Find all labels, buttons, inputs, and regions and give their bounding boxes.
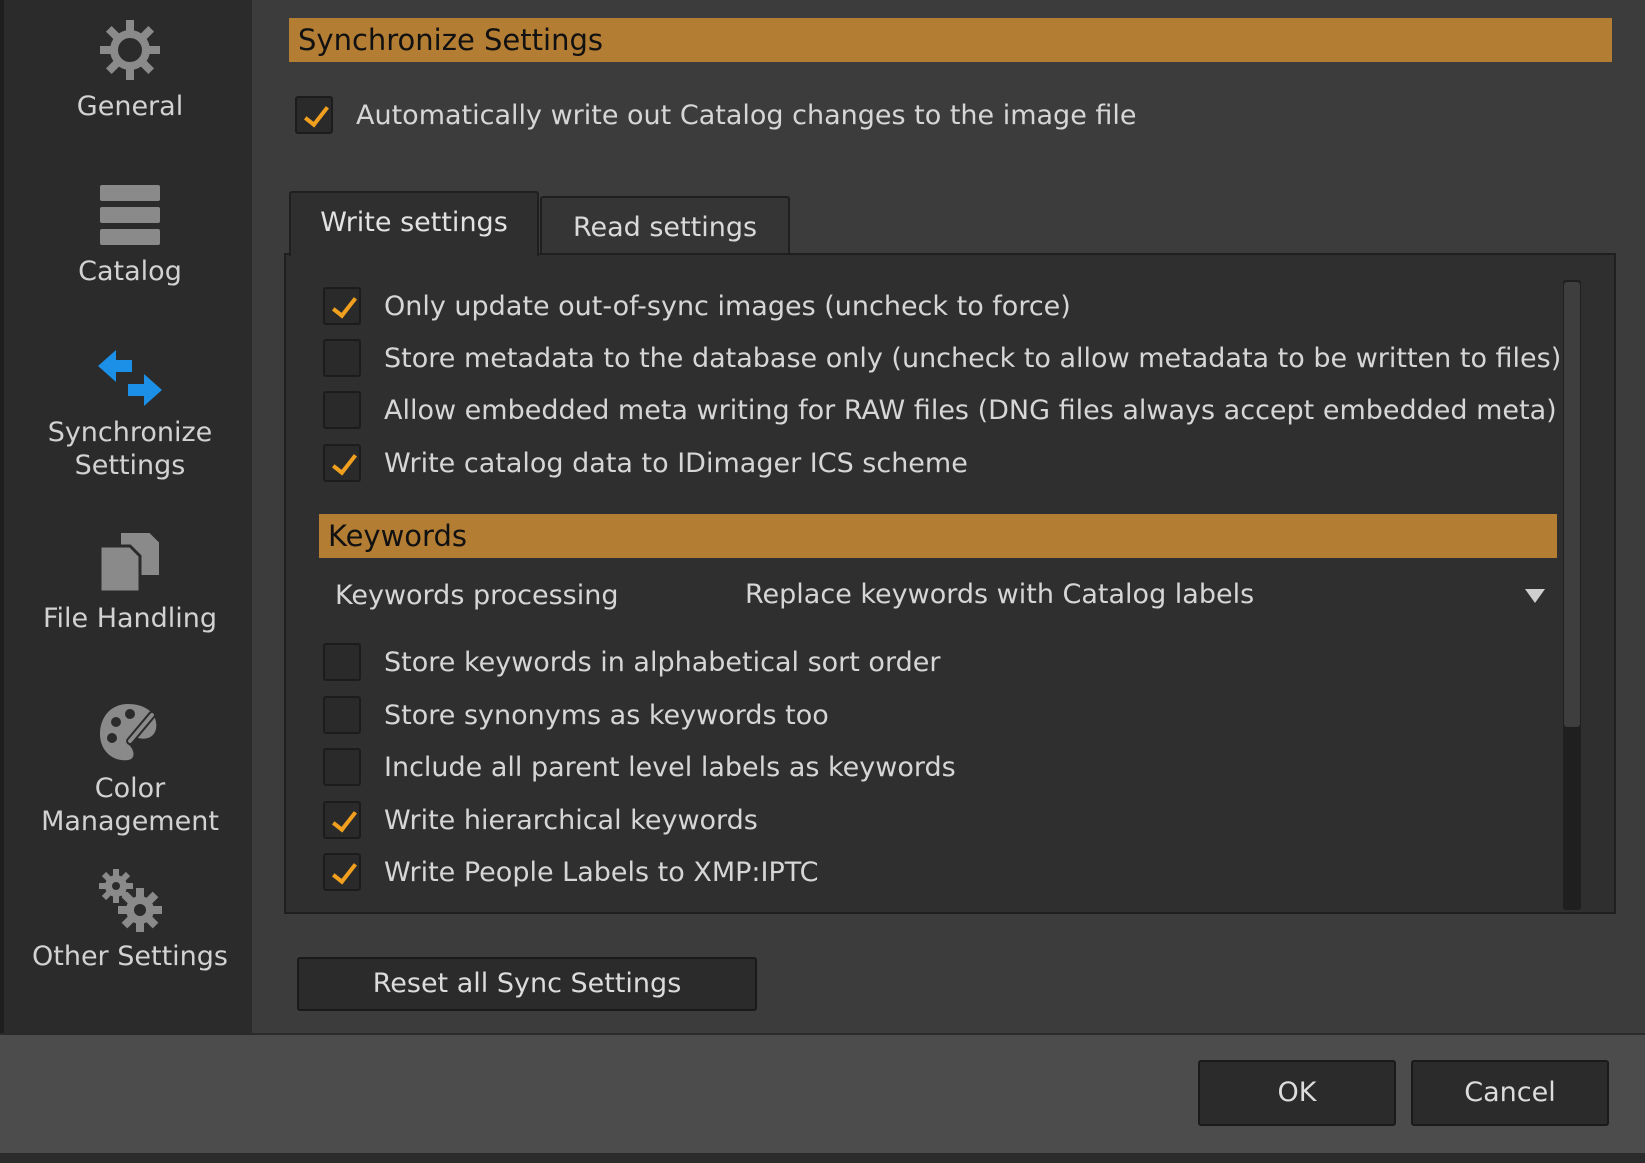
write-option-checkbox[interactable]: [323, 444, 361, 482]
tab-write-settings[interactable]: Write settings: [289, 191, 539, 256]
window-bottom-edge: [0, 1153, 1645, 1163]
sidebar-item-file-handling[interactable]: File Handling: [4, 530, 256, 635]
keyword-option-checkbox[interactable]: [323, 801, 361, 839]
documents-icon: [98, 531, 161, 594]
keyword-option-checkbox[interactable]: [323, 643, 361, 681]
write-option-label: Only update out-of-sync images (uncheck …: [384, 290, 1071, 322]
keyword-option-label: Write People Labels to XMP:IPTC: [384, 856, 819, 888]
keyword-option-label: Write hierarchical keywords: [384, 804, 758, 836]
write-option-label: Write catalog data to IDimager ICS schem…: [384, 447, 968, 479]
auto-write-label: Automatically write out Catalog changes …: [356, 99, 1137, 131]
keyword-option-label: Store keywords in alphabetical sort orde…: [384, 646, 941, 678]
sidebar-item-color-management[interactable]: Color Management: [4, 700, 256, 838]
sidebar-item-synchronize-settings[interactable]: Synchronize Settings: [4, 348, 256, 482]
keywords-processing-label: Keywords processing: [335, 580, 619, 611]
keyword-option-row[interactable]: Store keywords in alphabetical sort orde…: [323, 642, 940, 682]
palette-icon: [100, 704, 157, 761]
auto-write-checkbox-row[interactable]: Automatically write out Catalog changes …: [295, 95, 1137, 135]
reset-sync-settings-button[interactable]: Reset all Sync Settings: [297, 957, 757, 1011]
write-option-checkbox[interactable]: [323, 339, 361, 377]
sidebar: General Catalog Synchronize Settings Fil…: [0, 0, 252, 1033]
keyword-option-row[interactable]: Store synonyms as keywords too: [323, 695, 829, 735]
sidebar-item-catalog[interactable]: Catalog: [4, 183, 256, 288]
gear-icon: [100, 20, 160, 80]
keyword-option-row[interactable]: Include all parent level labels as keywo…: [323, 747, 956, 787]
keyword-option-row[interactable]: Write hierarchical keywords: [323, 800, 758, 840]
tab-read-settings[interactable]: Read settings: [540, 196, 790, 256]
sidebar-item-label: File Handling: [42, 603, 218, 634]
keyword-option-label: Store synonyms as keywords too: [384, 699, 829, 731]
keyword-option-checkbox[interactable]: [323, 748, 361, 786]
keywords-processing-value: Replace keywords with Catalog labels: [745, 579, 1255, 610]
sync-arrows-icon: [98, 350, 162, 406]
section-header-keywords: Keywords: [319, 514, 1557, 558]
dropdown-arrow-icon: [1525, 589, 1545, 603]
sidebar-item-label: General: [76, 91, 184, 122]
panel-scrollbar-thumb[interactable]: [1564, 282, 1580, 727]
catalog-stack-icon: [100, 185, 160, 245]
keyword-option-row[interactable]: Write People Labels to XMP:IPTC: [323, 852, 819, 892]
write-option-row[interactable]: Write catalog data to IDimager ICS schem…: [323, 443, 968, 483]
write-option-row[interactable]: Only update out-of-sync images (uncheck …: [323, 286, 1071, 326]
keyword-option-checkbox[interactable]: [323, 696, 361, 734]
write-option-checkbox[interactable]: [323, 287, 361, 325]
write-option-label: Store metadata to the database only (unc…: [384, 342, 1562, 374]
sidebar-item-label: Other Settings: [32, 941, 228, 972]
section-header-synchronize: Synchronize Settings: [289, 18, 1612, 62]
write-option-checkbox[interactable]: [323, 391, 361, 429]
cancel-button[interactable]: Cancel: [1411, 1060, 1609, 1126]
gears-icon: [99, 869, 162, 932]
write-option-label: Allow embedded meta writing for RAW file…: [384, 394, 1557, 426]
sidebar-item-general[interactable]: General: [4, 18, 256, 123]
sidebar-item-label: Synchronize Settings: [47, 417, 213, 481]
keywords-processing-dropdown[interactable]: Replace keywords with Catalog labels: [745, 575, 1545, 615]
write-option-row[interactable]: Allow embedded meta writing for RAW file…: [323, 390, 1557, 430]
sidebar-item-label: Catalog: [78, 256, 182, 287]
sidebar-item-label: Color Management: [41, 773, 219, 837]
auto-write-checkbox[interactable]: [295, 96, 333, 134]
ok-button[interactable]: OK: [1198, 1060, 1396, 1126]
keyword-option-label: Include all parent level labels as keywo…: [384, 751, 956, 783]
dialog-footer: [0, 1033, 1645, 1163]
sidebar-item-other-settings[interactable]: Other Settings: [4, 868, 256, 973]
write-option-row[interactable]: Store metadata to the database only (unc…: [323, 338, 1561, 378]
keyword-option-checkbox[interactable]: [323, 853, 361, 891]
